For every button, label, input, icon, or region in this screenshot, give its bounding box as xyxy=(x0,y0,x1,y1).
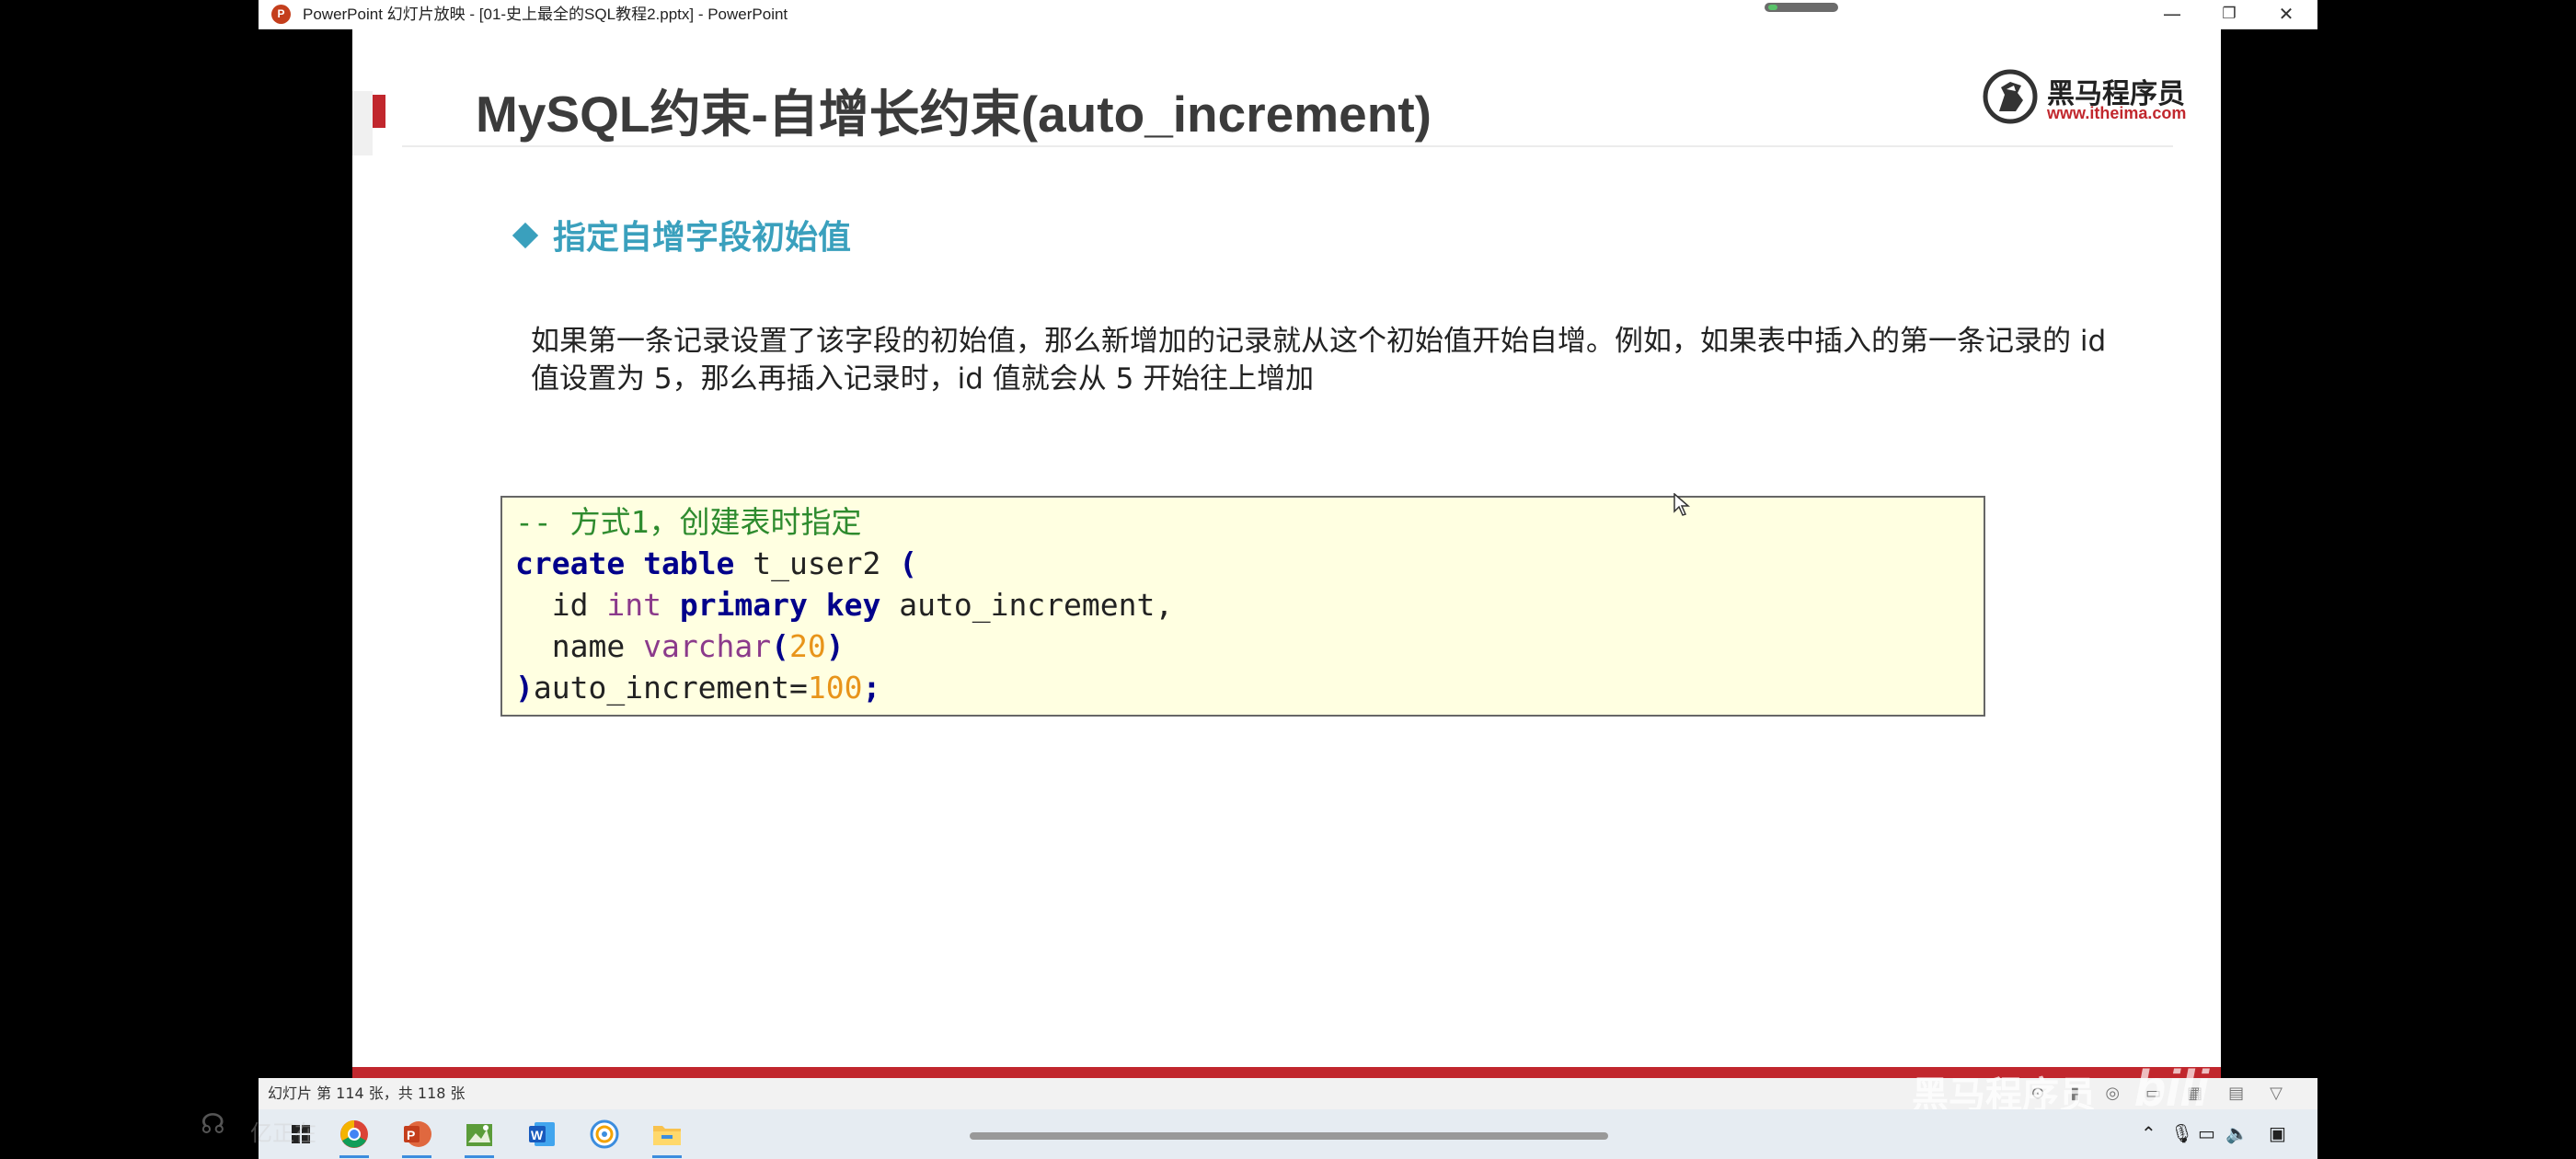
code-paren: ) xyxy=(825,628,845,664)
notification-icon[interactable]: ▣ xyxy=(2269,1122,2286,1144)
title-divider xyxy=(402,145,2173,147)
image-editor-icon xyxy=(466,1124,492,1146)
code-text: auto_increment, xyxy=(880,587,1174,623)
slide-counter: 幻灯片 第 114 张，共 118 张 xyxy=(268,1084,466,1102)
active-indicator xyxy=(339,1155,369,1158)
code-number: 100 xyxy=(807,670,863,706)
code-paren: ( xyxy=(899,545,918,581)
volume-icon[interactable]: 🔈 xyxy=(2225,1122,2248,1144)
taskbar-word[interactable]: W xyxy=(523,1117,560,1152)
restore-button[interactable]: ❐ xyxy=(2202,0,2257,29)
taskbar-browser[interactable] xyxy=(586,1117,623,1152)
minimize-button[interactable]: — xyxy=(2145,0,2200,29)
svg-text:P: P xyxy=(407,1128,415,1142)
taskbar-image-editor[interactable] xyxy=(461,1117,498,1158)
code-keyword: create table xyxy=(515,545,735,581)
code-column: id xyxy=(515,587,607,623)
taskbar-file-explorer[interactable] xyxy=(649,1117,685,1158)
mouse-pointer-icon xyxy=(1673,493,1690,516)
word-icon: W xyxy=(529,1122,555,1146)
code-keyword: primary key xyxy=(661,587,881,623)
folder-icon xyxy=(653,1126,681,1145)
logo-url: www.itheima.com xyxy=(2047,104,2187,122)
code-type: int xyxy=(606,587,661,623)
powerpoint-app-icon: P xyxy=(271,5,291,24)
taskbar-powerpoint[interactable]: P xyxy=(398,1117,435,1158)
code-semicolon: ; xyxy=(862,670,881,706)
code-column: name xyxy=(515,628,644,664)
window-titlebar: P PowerPoint 幻灯片放映 - [01-史上最全的SQL教程2.ppt… xyxy=(259,0,2317,29)
recording-indicator xyxy=(1765,3,1838,12)
code-block: -- 方式1，创建表时指定 create table t_user2 ( id … xyxy=(500,496,1985,717)
active-indicator xyxy=(465,1155,494,1158)
active-indicator xyxy=(402,1155,431,1158)
active-indicator xyxy=(652,1155,682,1158)
code-comment: -- 方式1，创建表时指定 xyxy=(515,504,862,540)
code-number: 20 xyxy=(789,628,826,664)
slide-paragraph: 如果第一条记录设置了该字段的初始值，那么新增加的记录就从这个初始值开始自增。例如… xyxy=(531,325,2107,396)
title-stub xyxy=(352,91,373,155)
tray-chevron-up-icon[interactable]: ⌃ xyxy=(2141,1122,2156,1144)
code-paren: ( xyxy=(771,628,790,664)
side-overlay-text: 亿正在 xyxy=(250,1120,316,1146)
taskbar: P W ⌃ 🎙 ▭ 🔈 ▣ xyxy=(259,1109,2317,1159)
close-button[interactable]: ✕ xyxy=(2259,0,2314,29)
microphone-icon[interactable]: 🎙 xyxy=(2170,1122,2193,1144)
diamond-bullet-icon xyxy=(512,222,539,249)
taskbar-chrome[interactable] xyxy=(336,1117,373,1158)
chrome-icon xyxy=(340,1120,368,1148)
bullet-heading-text: 指定自增字段初始值 xyxy=(553,219,852,257)
browser-icon xyxy=(590,1119,619,1149)
code-text: auto_increment= xyxy=(533,670,808,706)
network-icon[interactable]: ▭ xyxy=(2198,1122,2215,1144)
code-type: varchar xyxy=(643,628,772,664)
horse-logo-icon xyxy=(1983,69,2038,124)
code-table-name: t_user2 xyxy=(734,545,900,581)
slide-title: MySQL约束-自增长约束(auto_increment) xyxy=(476,86,1432,143)
side-overlay-icon: ☊ xyxy=(201,1108,225,1141)
horizontal-scrollbar[interactable] xyxy=(970,1132,1608,1140)
itheima-logo: 黑马程序员 www.itheima.com xyxy=(1983,69,2186,128)
svg-text:W: W xyxy=(531,1128,544,1142)
powerpoint-icon: P xyxy=(404,1121,431,1147)
slide-canvas: MySQL约束-自增长约束(auto_increment) 黑马程序员 www.… xyxy=(352,29,2221,1070)
code-paren: ) xyxy=(515,670,534,706)
bullet-heading: 指定自增字段初始值 xyxy=(512,211,852,258)
title-accent-bar xyxy=(373,95,385,128)
window-title: PowerPoint 幻灯片放映 - [01-史上最全的SQL教程2.pptx]… xyxy=(303,6,788,23)
